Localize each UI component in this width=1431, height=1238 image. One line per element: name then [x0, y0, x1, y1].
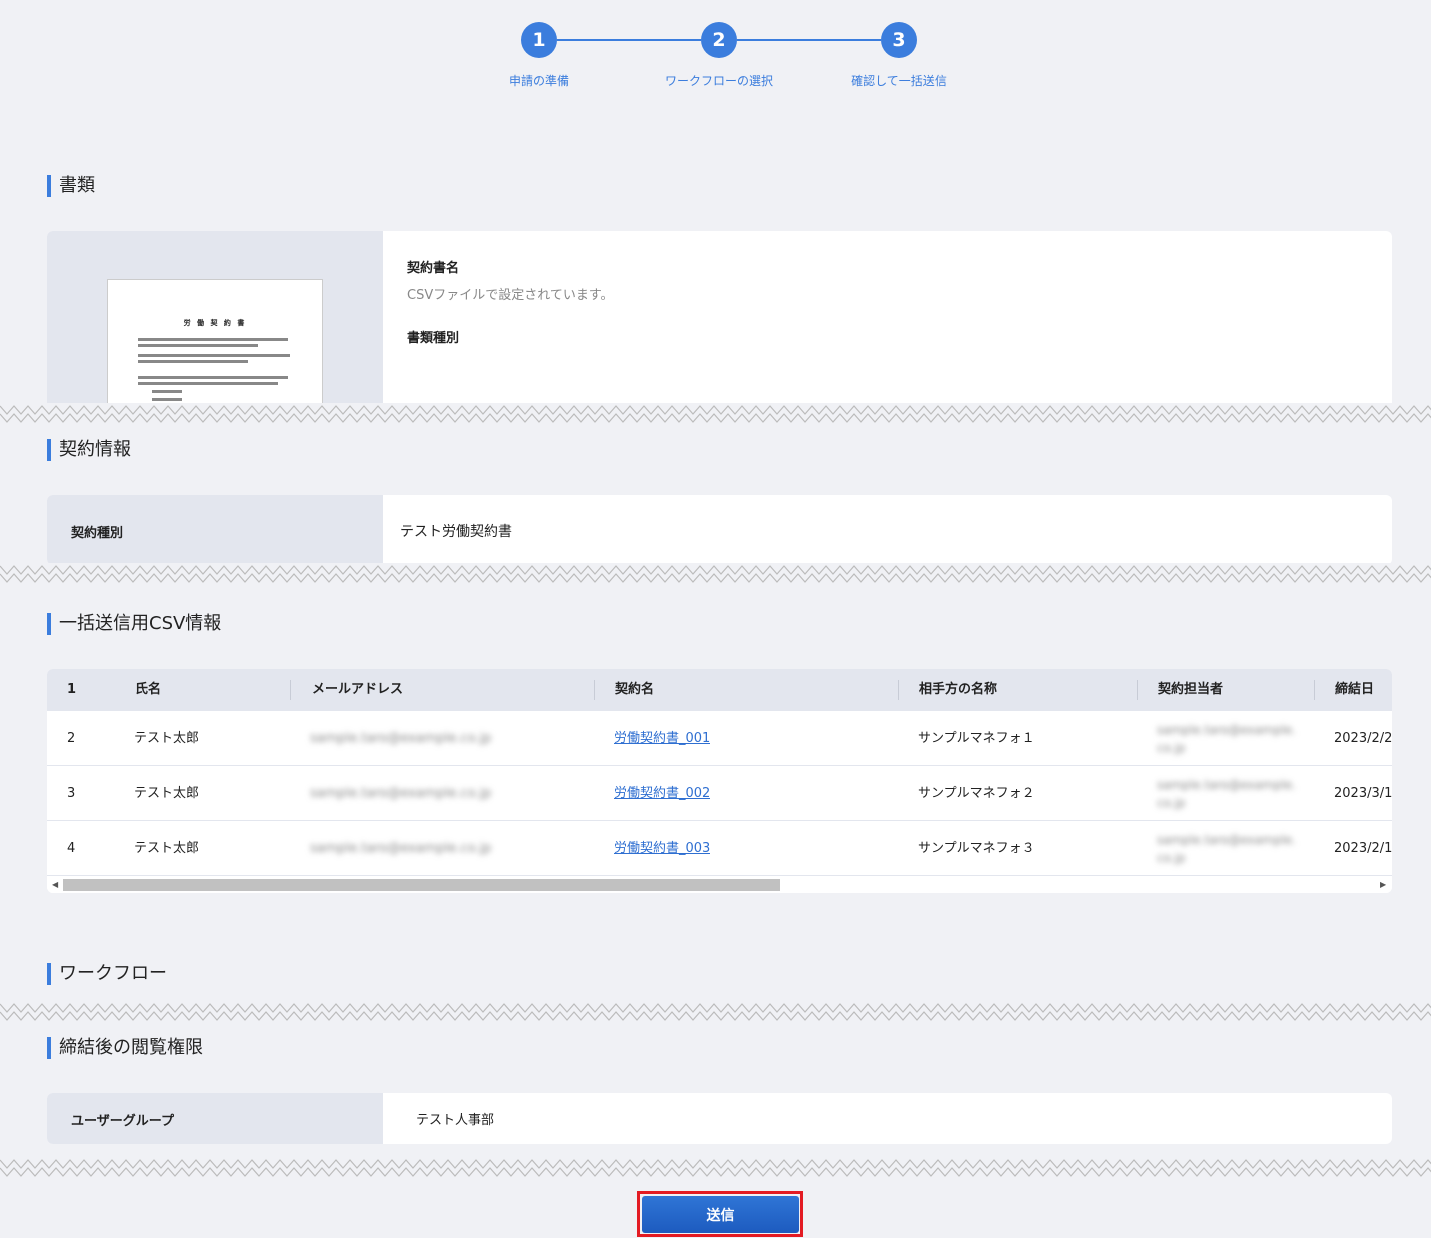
- contract-link[interactable]: 労働契約書_001: [614, 731, 710, 746]
- document-type-label: 書類種別: [407, 331, 460, 346]
- step-number: 1: [521, 22, 557, 58]
- cell-date: 2023/2/15: [1334, 841, 1392, 856]
- section-title-csv: 一括送信用CSV情報: [47, 613, 221, 635]
- section-break-zigzag: [0, 1001, 1431, 1023]
- thumbnail-text-line: [152, 390, 182, 393]
- cell-date: 2023/3/1: [1334, 786, 1392, 801]
- column-header-name: 氏名: [135, 682, 162, 697]
- column-divider: [594, 680, 595, 700]
- contract-type-value: テスト労働契約書: [400, 524, 512, 540]
- cell-contract: 労働契約書_001: [614, 711, 710, 766]
- section-break-zigzag: [0, 403, 1431, 425]
- section-break-zigzag: [0, 563, 1431, 585]
- step-number: 2: [701, 22, 737, 58]
- thumbnail-text-line: [152, 398, 182, 401]
- preview-pane: 労 働 契 約 書: [47, 231, 383, 421]
- cell-no: 4: [67, 841, 76, 856]
- thumbnail-text-line: [138, 354, 290, 357]
- column-header-no: 1: [67, 682, 77, 697]
- cell-name: テスト太郎: [134, 841, 200, 856]
- column-divider: [898, 680, 899, 700]
- permissions-card: ユーザーグループ テスト人事部: [47, 1093, 1392, 1144]
- contract-name-note: CSVファイルで設定されています。: [407, 288, 614, 303]
- section-title-documents: 書類: [47, 175, 95, 197]
- column-divider: [290, 680, 291, 700]
- thumbnail-text-line: [138, 376, 288, 379]
- step-3: 3 確認して一括送信: [829, 22, 969, 89]
- horizontal-scrollbar[interactable]: ◀ ▶: [47, 877, 1392, 893]
- section-title-workflow: ワークフロー: [47, 963, 167, 985]
- csv-table: 1 氏名 メールアドレス 契約名 相手方の名称 契約担当者 締結日 2 テスト太…: [47, 669, 1392, 893]
- label-column: 契約種別: [47, 495, 383, 565]
- documents-card: 労 働 契 約 書 契約書名 CSVファイルで設定されています。 書類種別: [47, 231, 1392, 421]
- contract-link[interactable]: 労働契約書_002: [614, 786, 710, 801]
- thumbnail-text-line: [138, 382, 278, 385]
- step-number: 3: [881, 22, 917, 58]
- table-row: 2 テスト太郎 sample.taro@example.co.jp 労働契約書_…: [47, 711, 1392, 766]
- progress-stepper: 1 申請の準備 2 ワークフローの選択 3 確認して一括送信: [0, 22, 1431, 92]
- contract-name-label: 契約書名: [407, 261, 460, 276]
- user-group-value: テスト人事部: [416, 1113, 495, 1128]
- cell-contract: 労働契約書_002: [614, 766, 710, 821]
- thumbnail-text-line: [138, 338, 288, 341]
- cell-name: テスト太郎: [134, 731, 200, 746]
- cell-email: sample.taro@example.co.jp: [310, 786, 492, 801]
- cell-counterparty: サンプルマネフォ１: [918, 731, 1035, 746]
- column-header-contract: 契約名: [615, 682, 655, 697]
- thumbnail-text-line: [138, 344, 258, 347]
- contract-link[interactable]: 労働契約書_003: [614, 841, 710, 856]
- section-break-zigzag: [0, 1157, 1431, 1179]
- cell-counterparty: サンプルマネフォ２: [918, 786, 1035, 801]
- scroll-left-icon[interactable]: ◀: [52, 880, 58, 890]
- submit-button[interactable]: 送信: [642, 1196, 799, 1233]
- table-header: 1 氏名 メールアドレス 契約名 相手方の名称 契約担当者 締結日: [47, 669, 1392, 711]
- column-divider: [1137, 680, 1138, 700]
- cell-owner: sample.taro@example.co.jp: [1157, 833, 1296, 865]
- label-column: ユーザーグループ: [47, 1093, 383, 1144]
- column-divider: [1314, 680, 1315, 700]
- cell-name: テスト太郎: [134, 786, 200, 801]
- column-header-email: メールアドレス: [312, 682, 404, 697]
- step-2: 2 ワークフローの選択: [649, 22, 789, 89]
- step-label: 確認して一括送信: [851, 74, 947, 88]
- document-thumbnail[interactable]: 労 働 契 約 書: [107, 279, 323, 419]
- cell-contract: 労働契約書_003: [614, 821, 710, 876]
- cell-email: sample.taro@example.co.jp: [310, 841, 492, 856]
- table-row: 3 テスト太郎 sample.taro@example.co.jp 労働契約書_…: [47, 766, 1392, 821]
- cell-no: 2: [67, 731, 76, 746]
- scrollbar-thumb[interactable]: [63, 879, 780, 891]
- section-title-permissions: 締結後の閲覧権限: [47, 1037, 203, 1059]
- cell-no: 3: [67, 786, 76, 801]
- thumbnail-text-line: [138, 360, 248, 363]
- cell-owner: sample.taro@example.co.jp: [1157, 723, 1296, 755]
- step-label: ワークフローの選択: [664, 74, 773, 88]
- table-row: 4 テスト太郎 sample.taro@example.co.jp 労働契約書_…: [47, 821, 1392, 876]
- user-group-label: ユーザーグループ: [71, 1114, 174, 1129]
- column-header-owner: 契約担当者: [1158, 682, 1224, 697]
- thumbnail-title: 労 働 契 約 書: [183, 319, 247, 327]
- cell-owner: sample.taro@example.co.jp: [1157, 778, 1296, 810]
- contract-info-card: 契約種別 テスト労働契約書: [47, 495, 1392, 565]
- scroll-right-icon[interactable]: ▶: [1380, 880, 1386, 890]
- section-title-contract-info: 契約情報: [47, 439, 131, 461]
- cell-counterparty: サンプルマネフォ３: [918, 841, 1035, 856]
- column-header-date: 締結日: [1335, 682, 1375, 697]
- contract-type-label: 契約種別: [71, 526, 124, 541]
- step-1: 1 申請の準備: [469, 22, 609, 89]
- cell-email: sample.taro@example.co.jp: [310, 731, 492, 746]
- column-header-counterparty: 相手方の名称: [919, 682, 998, 697]
- step-label: 申請の準備: [508, 74, 569, 88]
- cell-date: 2023/2/28: [1334, 731, 1392, 746]
